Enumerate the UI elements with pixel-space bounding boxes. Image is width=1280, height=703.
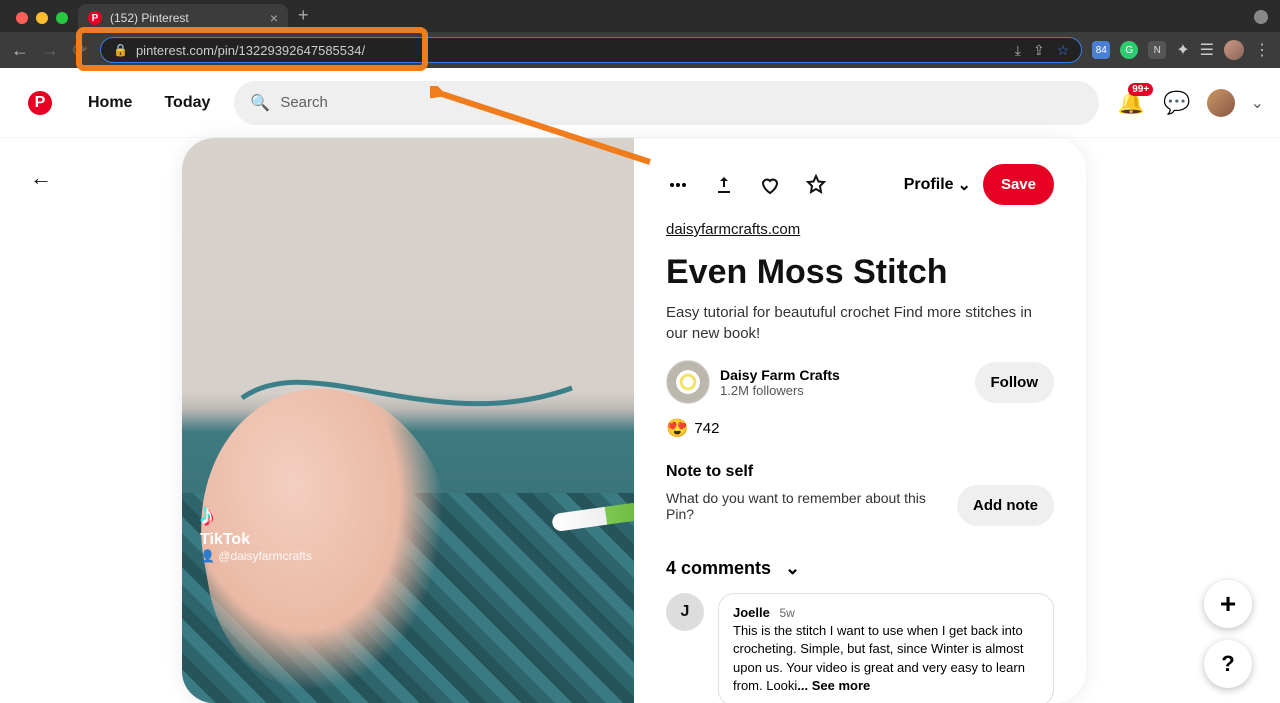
share-upload-icon[interactable] (712, 173, 736, 197)
see-more-link[interactable]: ... See more (797, 678, 870, 693)
source-link[interactable]: daisyfarmcrafts.com (666, 221, 800, 238)
lock-icon: 🔒 (113, 43, 128, 57)
pinterest-header: P Home Today 🔍 Search 🔔 99+ 💬 ⌄ (0, 68, 1280, 138)
tiktok-icon: ♪ (200, 499, 312, 531)
pin-title: Even Moss Stitch (666, 253, 1054, 292)
more-options-icon[interactable] (666, 173, 690, 197)
browser-toolbar: ← → ⟳ 🔒 pinterest.com/pin/13229392647585… (0, 32, 1280, 68)
window-minimize-icon[interactable] (36, 12, 48, 24)
browser-tab[interactable]: P (152) Pinterest × (78, 4, 288, 32)
reactions[interactable]: 😍 742 (666, 418, 1054, 439)
reload-button[interactable]: ⟳ (70, 40, 90, 61)
search-placeholder: Search (280, 94, 328, 111)
note-prompt: What do you want to remember about this … (666, 490, 937, 522)
window-close-icon[interactable] (16, 12, 28, 24)
account-menu-chevron-icon[interactable]: ⌄ (1251, 93, 1264, 113)
chevron-down-icon: ⌄ (785, 558, 800, 579)
back-to-results[interactable]: ← (30, 165, 52, 191)
window-controls[interactable] (6, 12, 78, 32)
tiktok-watermark: ♪ TikTok 👤 @daisyfarmcrafts (200, 499, 312, 563)
profile-avatar-icon[interactable] (1224, 40, 1244, 60)
pin-description: Easy tutorial for beautuful crochet Find… (666, 302, 1054, 344)
extensions-puzzle-icon[interactable]: ✦ (1176, 40, 1189, 60)
tiktok-handle: @daisyfarmcrafts (218, 549, 312, 563)
board-picker[interactable]: Profile ⌄ (904, 175, 971, 195)
comments-count: 4 comments (666, 558, 771, 579)
share-icon[interactable]: ⇪ (1033, 42, 1045, 59)
search-input[interactable]: 🔍 Search (234, 81, 1099, 125)
comment-age: 5w (779, 606, 794, 620)
creator-followers: 1.2M followers (720, 383, 840, 398)
pinterest-favicon-icon: P (88, 11, 102, 25)
tiktok-brand: TikTok (200, 531, 312, 549)
search-icon: 🔍 (250, 93, 270, 113)
pinterest-logo[interactable]: P (16, 79, 64, 127)
create-fab[interactable]: + (1204, 580, 1252, 628)
creator-name[interactable]: Daisy Farm Crafts (720, 367, 840, 383)
pin-details: Profile ⌄ Save daisyfarmcrafts.com Even … (634, 138, 1086, 703)
toolbar-extensions: 84 G N ✦ ☰ ⋮ (1092, 40, 1270, 60)
notion-icon[interactable]: N (1148, 41, 1166, 59)
bookmark-star-icon[interactable]: ☆ (1057, 42, 1070, 59)
nav-home[interactable]: Home (80, 94, 140, 112)
pin-card: ♪ TikTok 👤 @daisyfarmcrafts Profile ⌄ Sa… (182, 138, 1086, 703)
board-picker-label: Profile (904, 176, 954, 194)
creator-avatar[interactable] (666, 360, 710, 404)
pin-media[interactable]: ♪ TikTok 👤 @daisyfarmcrafts (182, 138, 634, 703)
chevron-down-icon: ⌄ (958, 175, 971, 195)
follow-button[interactable]: Follow (975, 362, 1055, 403)
comments-toggle[interactable]: 4 comments ⌄ (666, 558, 1054, 579)
forward-button[interactable]: → (40, 40, 60, 61)
comment-text: This is the stitch I want to use when I … (733, 623, 1025, 693)
window-zoom-icon[interactable] (56, 12, 68, 24)
address-bar-container: 🔒 pinterest.com/pin/13229392647585534/ ⤓… (100, 37, 1082, 63)
commenter-avatar[interactable]: J (666, 593, 704, 631)
account-icon[interactable] (1254, 10, 1268, 24)
url-text: pinterest.com/pin/13229392647585534/ (136, 43, 1007, 58)
add-note-button[interactable]: Add note (957, 485, 1054, 526)
save-button[interactable]: Save (983, 164, 1054, 205)
notifications-button[interactable]: 🔔 99+ (1115, 87, 1147, 119)
reactions-count: 742 (694, 420, 719, 437)
note-heading: Note to self (666, 463, 1054, 481)
grammarly-icon[interactable]: G (1120, 41, 1138, 59)
new-tab-button[interactable]: + (288, 5, 319, 32)
heart-icon[interactable] (758, 173, 782, 197)
download-icon[interactable]: ⤓ (1015, 42, 1021, 59)
notification-badge: 99+ (1128, 83, 1153, 96)
pinterest-logo-icon: P (28, 91, 52, 115)
help-fab[interactable]: ? (1204, 640, 1252, 688)
address-bar[interactable]: 🔒 pinterest.com/pin/13229392647585534/ ⤓… (100, 37, 1082, 63)
nav-today[interactable]: Today (156, 94, 218, 112)
user-avatar[interactable] (1207, 89, 1235, 117)
browser-chrome: P (152) Pinterest × + ← → ⟳ 🔒 pinterest.… (0, 0, 1280, 68)
tab-strip: P (152) Pinterest × + (0, 0, 1280, 32)
star-icon[interactable] (804, 173, 828, 197)
comment-item: J Joelle 5w This is the stitch I want to… (666, 593, 1054, 703)
comment-body: Joelle 5w This is the stitch I want to u… (718, 593, 1054, 703)
browser-menu-icon[interactable]: ⋮ (1254, 40, 1270, 60)
commenter-name[interactable]: Joelle (733, 605, 770, 620)
tiktok-user-icon: 👤 (200, 549, 218, 563)
extension-icon[interactable]: 84 (1092, 41, 1110, 59)
messages-icon[interactable]: 💬 (1163, 90, 1190, 116)
reading-list-icon[interactable]: ☰ (1200, 40, 1214, 60)
reaction-heart-icon: 😍 (666, 418, 688, 439)
tab-title: (152) Pinterest (110, 11, 262, 25)
tab-close-icon[interactable]: × (270, 10, 278, 26)
media-yarn (232, 358, 582, 438)
back-button[interactable]: ← (10, 40, 30, 61)
